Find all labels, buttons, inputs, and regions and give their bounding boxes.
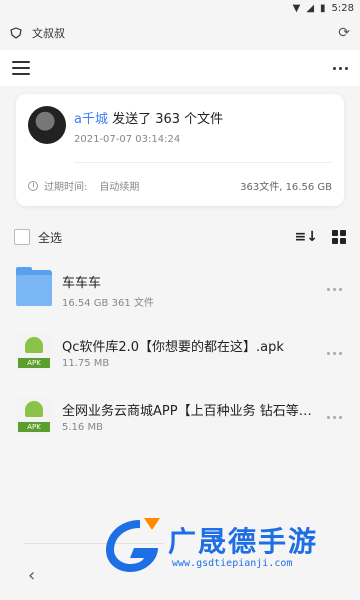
share-card: a千城 发送了 363 个文件 2021-07-07 03:14:24 过期时间… — [16, 94, 344, 206]
watermark-url: www.gsdtiepianji.com — [172, 558, 293, 569]
menu-icon[interactable] — [12, 61, 30, 75]
apk-file-icon: APK — [16, 398, 52, 434]
android-icon — [25, 337, 43, 353]
file-name: 车车车 — [62, 276, 102, 291]
android-icon — [25, 401, 43, 417]
apk-tag: APK — [18, 422, 50, 432]
file-name: Qc软件库2.0【你想要的都在这】.apk — [62, 340, 284, 355]
shield-icon — [10, 27, 22, 39]
app-header: 文叔叔 ⟳ — [0, 16, 360, 50]
folder-icon — [16, 267, 52, 306]
sort-icon[interactable]: ≡↓ — [295, 229, 318, 245]
list-item[interactable]: APK 全网业务云商城APP【上百种业务 钻石等】.apk 5.16 MB — [0, 386, 360, 450]
file-name: 全网业务云商城APP【上百种业务 钻石等】.apk — [62, 404, 312, 419]
back-icon[interactable]: ‹ — [28, 565, 35, 586]
battery-icon: ▮ — [320, 2, 326, 14]
watermark-logo-icon — [106, 518, 160, 572]
refresh-icon[interactable]: ⟳ — [338, 25, 350, 41]
share-message: a千城 发送了 363 个文件 — [74, 108, 223, 127]
watermark-brand: 广晟德手游 — [168, 525, 319, 558]
file-meta: 5.16 MB — [62, 422, 103, 433]
list-item[interactable]: 车车车 16.54 GB 361 文件 — [0, 258, 360, 322]
sender-name[interactable]: a千城 — [74, 112, 108, 127]
file-meta: 11.75 MB — [62, 358, 110, 369]
more-options-icon[interactable] — [333, 66, 348, 70]
grid-view-icon[interactable] — [332, 230, 346, 244]
expire-value: 自动续期 — [99, 182, 140, 193]
clock-icon — [28, 180, 38, 191]
item-more-icon[interactable] — [327, 352, 342, 355]
divider — [74, 162, 332, 163]
wifi-icon: ▼ — [292, 2, 301, 14]
toolbar — [0, 50, 360, 86]
file-list: 车车车 16.54 GB 361 文件 APK Qc软件库2.0【你想要的都在这… — [0, 258, 360, 450]
select-all-checkbox[interactable] — [14, 229, 30, 245]
apk-tag: APK — [18, 358, 50, 368]
item-more-icon[interactable] — [327, 416, 342, 419]
select-all-label[interactable]: 全选 — [38, 229, 62, 246]
share-text: 发送了 363 个文件 — [107, 112, 224, 127]
expire-label: 过期时间: — [44, 182, 88, 193]
apk-file-icon: APK — [16, 334, 52, 370]
list-item[interactable]: APK Qc软件库2.0【你想要的都在这】.apk 11.75 MB — [0, 322, 360, 386]
file-summary: 363文件, 16.56 GB — [240, 182, 332, 193]
signal-icon: ◢ — [306, 2, 315, 14]
item-more-icon[interactable] — [327, 288, 342, 291]
avatar[interactable] — [28, 106, 66, 144]
expire-row: 过期时间: 自动续期 363文件, 16.56 GB — [28, 178, 332, 193]
file-meta: 16.54 GB 361 文件 — [62, 298, 154, 309]
app-title: 文叔叔 — [32, 27, 65, 40]
select-bar: 全选 ≡↓ — [0, 222, 360, 252]
status-time: 5:28 — [331, 2, 354, 14]
share-time: 2021-07-07 03:14:24 — [74, 134, 181, 145]
watermark: 广晟德手游 www.gsdtiepianji.com — [100, 514, 360, 588]
status-bar: ▼ ◢ ▮ 5:28 — [0, 0, 360, 16]
